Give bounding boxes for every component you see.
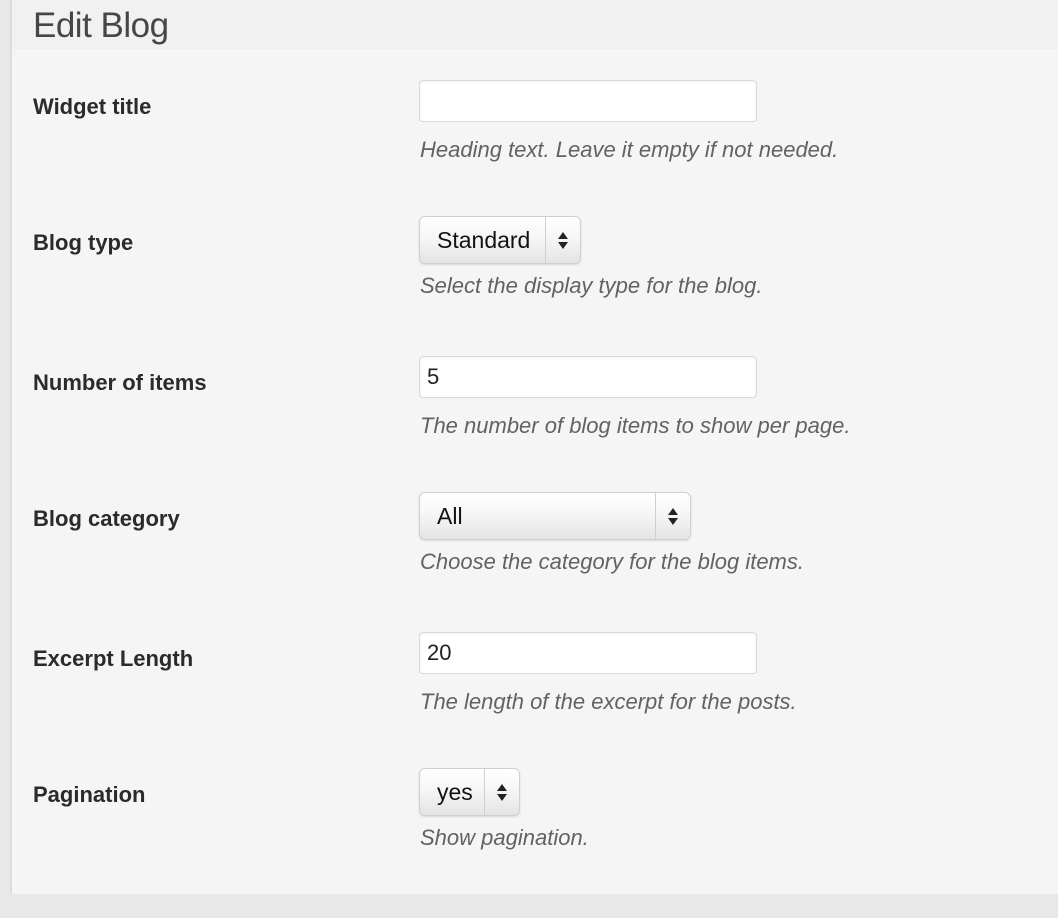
field-label-blog-type: Blog type (33, 230, 134, 255)
field-blog-type: Blog type Standard Select the display ty… (12, 216, 1058, 366)
field-excerpt-length: Excerpt Length 20 The length of the exce… (12, 632, 1058, 782)
blog-type-select[interactable]: Standard (419, 216, 581, 264)
number-of-items-input[interactable]: 5 (419, 356, 757, 398)
updown-arrows-icon (655, 493, 690, 539)
pagination-select[interactable]: yes (419, 768, 520, 816)
blog-category-select[interactable]: All (419, 492, 691, 540)
field-description-pagination: Show pagination. (420, 825, 589, 850)
field-description-blog-type: Select the display type for the blog. (420, 273, 763, 298)
updown-arrows-icon (484, 769, 519, 815)
field-number-of-items: Number of items 5 The number of blog ite… (12, 356, 1058, 506)
updown-arrows-icon (545, 217, 580, 263)
blog-category-selected-value: All (437, 502, 463, 529)
field-description-excerpt-length: The length of the excerpt for the posts. (420, 689, 797, 714)
field-label-widget-title: Widget title (33, 94, 152, 119)
page-title: Edit Blog (33, 6, 169, 45)
field-label-excerpt-length: Excerpt Length (33, 646, 194, 671)
excerpt-length-input[interactable]: 20 (419, 632, 757, 674)
panel-header: Edit Blog (12, 0, 1058, 51)
field-blog-category: Blog category All Choose the category fo… (12, 492, 1058, 642)
edit-blog-panel: Edit Blog Widget title Heading text. Lea… (10, 0, 1058, 894)
widget-title-input[interactable] (419, 80, 757, 122)
pagination-selected-value: yes (437, 778, 473, 805)
field-pagination: Pagination yes Show pagination. (12, 768, 1058, 918)
field-label-blog-category: Blog category (33, 506, 180, 531)
field-description-blog-category: Choose the category for the blog items. (420, 549, 804, 574)
field-description-number-of-items: The number of blog items to show per pag… (420, 413, 851, 438)
field-widget-title: Widget title Heading text. Leave it empt… (12, 80, 1058, 230)
field-description-widget-title: Heading text. Leave it empty if not need… (420, 137, 839, 162)
blog-type-selected-value: Standard (437, 226, 531, 253)
field-label-number-of-items: Number of items (33, 370, 207, 395)
field-label-pagination: Pagination (33, 782, 146, 807)
